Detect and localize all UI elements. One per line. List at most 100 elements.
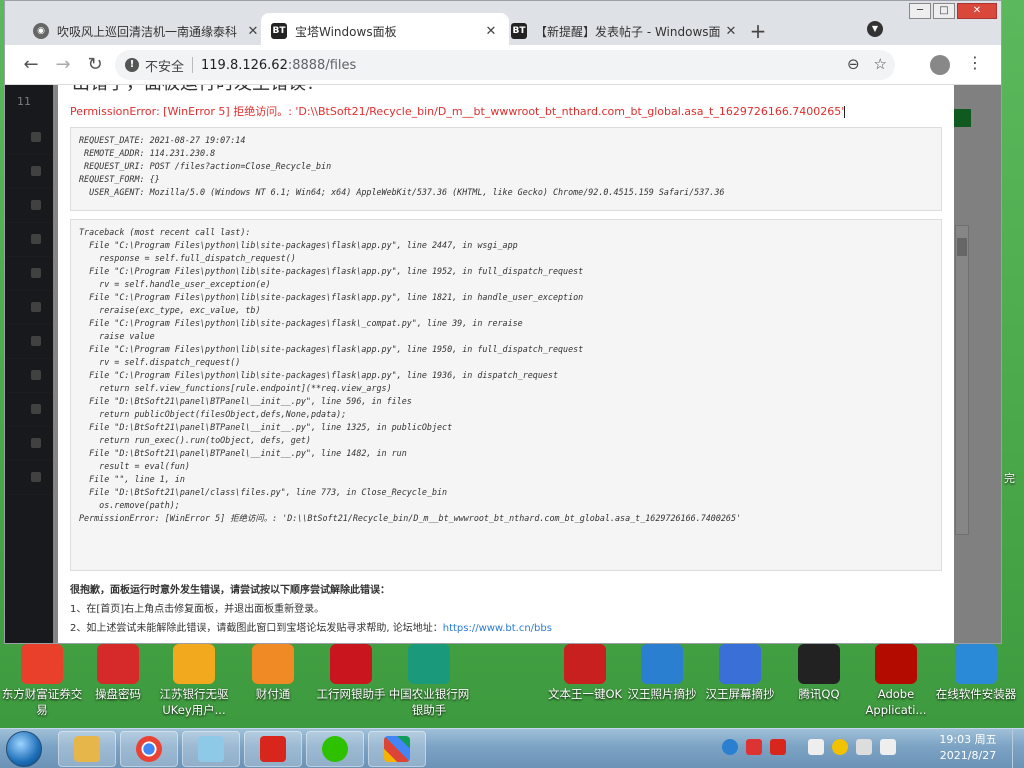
speaker-icon[interactable] [880,739,896,755]
menu-icon[interactable]: ⋮ [967,53,983,72]
notepad-icon [198,736,224,762]
app-icon [955,644,997,684]
desktop-icon-label: 中国农业银行网银助手 [388,687,470,717]
clock[interactable]: 19:03 周五 2021/8/27 [930,732,1006,764]
clock-time: 19:03 周五 [939,733,997,746]
help-step-2: 2、如上述尝试未能解除此错误，请截图此窗口到宝塔论坛发贴寻求帮助, 论坛地址：h… [70,619,942,638]
folder-icon [74,736,100,762]
back-icon[interactable]: ← [15,49,47,81]
app-icon [719,644,761,684]
browser-toolbar: ← → ↻ ! 不安全 119.8.126.62:8888/files ⊖ ☆ … [5,45,1001,85]
tab-strip: ◉ 吹吸风上巡回清洁机一南通缘泰科 ✕ BT 宝塔Windows面板 ✕ BT … [5,1,1001,49]
reload-icon[interactable]: ↻ [79,49,111,81]
network-icon[interactable] [856,739,872,755]
page-viewport: 11 出错了，面板运行时发生错误！ PermissionError: [WinE… [5,85,1001,643]
tray-spacer [794,739,800,755]
desktop-icon[interactable]: 江苏银行无驱UKey用户... [152,644,236,718]
chrome-icon [136,736,162,762]
desktop-icon[interactable]: Adobe Applicati... [854,644,938,718]
desktop-icon[interactable]: 工行网银助手 [309,644,393,702]
address-bar[interactable]: ! 不安全 119.8.126.62:8888/files ⊖ ☆ [115,50,895,80]
app-icon [330,644,372,684]
error-message: PermissionError: [WinError 5] 拒绝访问。: 'D:… [70,103,942,119]
desktop-icon-label: Adobe Applicati... [865,687,927,717]
help-step-2-text: 2、如上述尝试未能解除此错误，请截图此窗口到宝塔论坛发贴寻求帮助, 论坛地址： [70,623,443,634]
desktop-icon[interactable]: 腾讯QQ [777,644,861,702]
start-button[interactable] [6,731,42,767]
bt-icon: BT [271,23,287,39]
tray-wps-icon[interactable] [770,739,786,755]
bookmark-star-icon[interactable]: ☆ [874,55,887,73]
app-icon [564,644,606,684]
request-info-box: REQUEST_DATE: 2021-08-27 19:07:14 REMOTE… [70,127,942,211]
taskbar-wps[interactable] [244,731,302,767]
taskbar-notepad[interactable] [182,731,240,767]
warning-icon[interactable]: ! [125,58,139,72]
forum-link[interactable]: https://www.bt.cn/bbs [443,623,552,634]
desktop-icon[interactable]: 操盘密码 [76,644,160,702]
traceback-box: Traceback (most recent call last): File … [70,219,942,571]
close-icon[interactable]: ✕ [245,24,261,39]
help-section: 很抱歉，面板运行时意外发生错误，请尝试按以下顺序尝试解除此错误： 1、在[首页]… [70,581,942,638]
tab-3[interactable]: BT 【新提醒】发表帖子 - Windows面 ✕ [501,13,749,49]
desktop-icon-label: 工行网银助手 [316,687,386,701]
show-desktop-button[interactable] [1012,729,1024,768]
window-close-button[interactable]: ✕ [957,3,997,19]
close-icon[interactable]: ✕ [723,24,739,39]
omnibox-actions: ⊖ ☆ [847,55,887,73]
desktop-edge-label: 完 [1004,472,1015,485]
dialog-heading: 出错了，面板运行时发生错误！ [70,85,942,99]
tab-2[interactable]: BT 宝塔Windows面板 ✕ [261,13,509,49]
desktop-icon[interactable]: 汉王屏幕摘抄 [698,644,782,702]
wps-icon [260,736,286,762]
volume-icon[interactable] [808,739,824,755]
clock-date: 2021/8/27 [939,749,997,762]
app-icon [875,644,917,684]
help-title: 很抱歉，面板运行时意外发生错误，请尝试按以下顺序尝试解除此错误： [70,585,390,596]
desktop-icon-label: 财付通 [255,687,291,701]
desktop-icon[interactable]: 文本王一键OK [543,644,627,702]
maximize-button[interactable]: □ [933,3,955,19]
new-tab-button[interactable]: + [745,19,771,45]
app-icon [408,644,450,684]
tab-1[interactable]: ◉ 吹吸风上巡回清洁机一南通缘泰科 ✕ [23,13,271,49]
taskbar-chrome[interactable] [120,731,178,767]
desktop-icon[interactable]: 汉王照片摘抄 [620,644,704,702]
bt-icon: BT [511,23,527,39]
desktop-icon-label: 操盘密码 [95,687,141,701]
minimize-button[interactable]: ─ [909,3,931,19]
desktop-icon[interactable]: 中国农业银行网银助手 [387,644,471,718]
app-icon [97,644,139,684]
globe-icon: ◉ [33,23,49,39]
app-icon [641,644,683,684]
tray-app-icon[interactable] [746,739,762,755]
zoom-icon[interactable]: ⊖ [847,55,860,73]
error-message-text: PermissionError: [WinError 5] 拒绝访问。: 'D:… [70,105,845,118]
app-icon [173,644,215,684]
taskbar-wechat[interactable] [306,731,364,767]
tray-app-icon[interactable] [832,739,848,755]
taskbar: 19:03 周五 2021/8/27 [0,728,1024,768]
desktop-icon[interactable]: 在线软件安装器 [934,644,1018,702]
desktop-icon-label: 汉王照片摘抄 [627,687,697,701]
account-icon[interactable] [930,55,950,75]
desktop-icon-label: 腾讯QQ [798,687,840,701]
wechat-icon [322,736,348,762]
tray-app-icon[interactable] [722,739,738,755]
taskbar-app[interactable] [368,731,426,767]
forward-icon[interactable]: → [47,49,79,81]
desktop-icon[interactable]: 东方财富证券交易 [0,644,84,718]
desktop-icon[interactable]: 财付通 [231,644,315,702]
url-path: :8888/files [287,57,357,73]
browser-window: ◉ 吹吸风上巡回清洁机一南通缘泰科 ✕ BT 宝塔Windows面板 ✕ BT … [4,0,1002,644]
desktop-icon-label: 东方财富证券交易 [1,687,83,717]
tab-search-icon[interactable]: ▼ [867,21,883,37]
app-icon [21,644,63,684]
security-label[interactable]: 不安全 [145,56,184,75]
system-tray [722,739,896,755]
desktop-icon-label: 汉王屏幕摘抄 [705,687,775,701]
desktop-icon-label: 江苏银行无驱UKey用户... [159,687,229,717]
taskbar-explorer[interactable] [58,731,116,767]
close-icon[interactable]: ✕ [483,24,499,39]
help-step-1: 1、在[首页]右上角点击修复面板，并退出面板重新登录。 [70,604,325,615]
